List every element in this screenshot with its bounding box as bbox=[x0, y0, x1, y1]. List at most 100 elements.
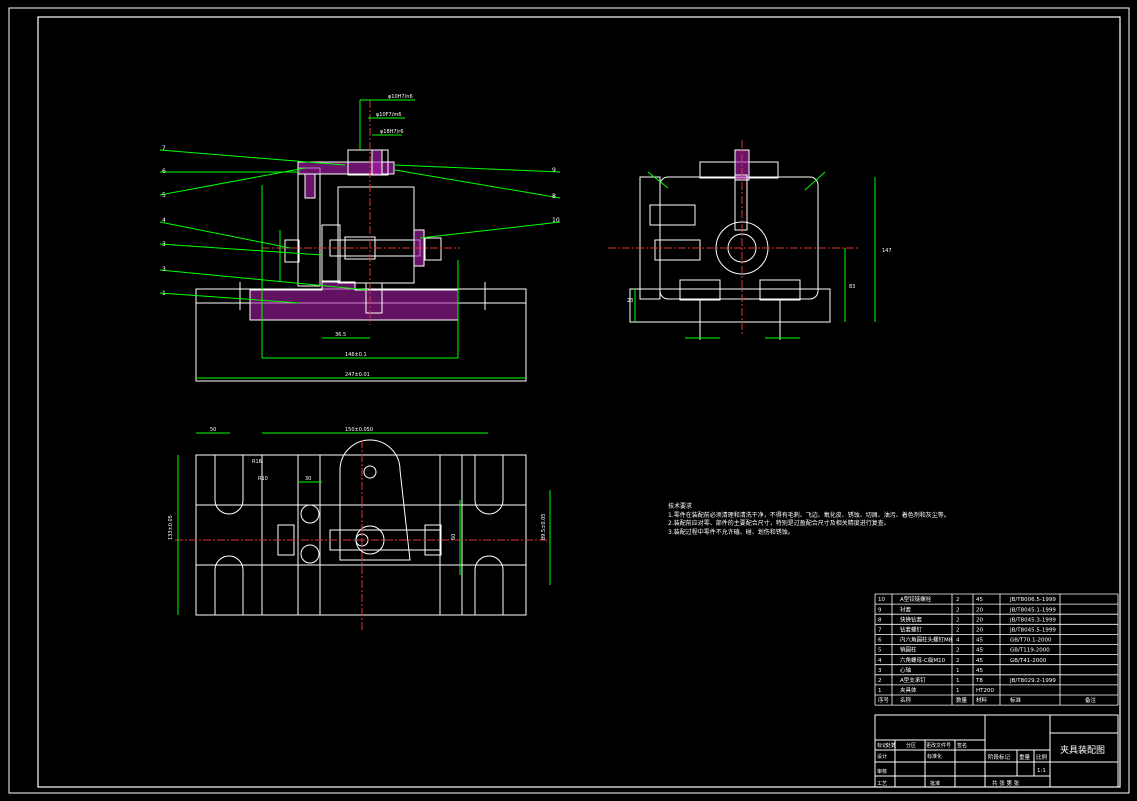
scale-value: 1:1 bbox=[1037, 768, 1046, 774]
rev-approve: 批准 bbox=[930, 780, 940, 787]
parts-cell: 心轴 bbox=[900, 666, 912, 674]
dim-247: 247±0.01 bbox=[345, 372, 370, 378]
parts-cell: JB/T8029.2-1999 bbox=[1009, 678, 1056, 684]
parts-cell: 2 bbox=[956, 617, 960, 623]
parts-cell: JB/T8006.5-1999 bbox=[1009, 597, 1056, 603]
parts-cell: 2 bbox=[956, 597, 960, 603]
dim-r16: R16 bbox=[252, 459, 262, 465]
balloon-3b: 3 bbox=[162, 266, 166, 273]
dim-150: 150±0.050 bbox=[345, 427, 373, 433]
parts-cell: 20 bbox=[976, 617, 983, 623]
parts-cell: GB/T119-2000 bbox=[1010, 648, 1050, 654]
parts-cell: 7 bbox=[878, 628, 882, 634]
dim-36-5: 36.5 bbox=[335, 332, 346, 338]
parts-cell: 9 bbox=[878, 607, 882, 613]
dim-r10: R10 bbox=[258, 476, 268, 482]
balloon-10: 10 bbox=[552, 217, 560, 224]
sheet-info: 共 张 第 张 bbox=[992, 779, 1020, 787]
rev-header-zone: 分区 bbox=[906, 742, 916, 749]
parts-cell: 1 bbox=[956, 688, 960, 694]
dim-147: 147 bbox=[882, 248, 892, 254]
side-view bbox=[608, 140, 876, 340]
title-block: 夹具装配图 阶段标记 重量 比例 1:1 共 张 第 张 设计 标准化 审核 工… bbox=[874, 714, 1119, 788]
parts-cell: 3 bbox=[878, 668, 882, 674]
notes-line-2: 2.装配前应对零、部件的主要配合尺寸，特别是过盈配合尺寸及相关精度进行复查。 bbox=[668, 520, 890, 527]
dim-fit-3: φ18H7/r6 bbox=[380, 129, 404, 135]
parts-cell: 10 bbox=[878, 597, 885, 603]
parts-cell: 内六角圆柱头螺钉M8 bbox=[900, 636, 953, 644]
weight-header: 重量 bbox=[1019, 753, 1031, 761]
top-view bbox=[175, 432, 551, 632]
parts-cell: 45 bbox=[976, 658, 983, 664]
dim-83: 83 bbox=[849, 284, 855, 290]
balloon-4: 4 bbox=[162, 217, 166, 224]
balloon-9: 9 bbox=[552, 167, 556, 174]
rev-header-count: 处数 bbox=[886, 742, 896, 749]
parts-cell: 45 bbox=[976, 648, 983, 654]
parts-cell: JB/T8045.1-1999 bbox=[1009, 607, 1056, 613]
parts-cell: A型铰链螺栓 bbox=[900, 595, 932, 603]
dim-23: 23 bbox=[627, 298, 633, 304]
parts-cell: 夹具体 bbox=[900, 686, 917, 694]
dim-50: 50 bbox=[210, 427, 216, 433]
notes-heading: 技术要求 bbox=[668, 503, 693, 510]
technical-notes: 技术要求 1.零件在装配前必须清理和清洗干净，不得有毛刺、飞边、氧化皮、锈蚀、切… bbox=[668, 503, 988, 537]
parts-list: 10 A型铰链螺栓 2 45 JB/T8006.5-19999 衬套 2 20 JB/T8045… bbox=[874, 593, 1119, 706]
parts-header: 数量 bbox=[956, 696, 968, 704]
parts-header: 备注 bbox=[1085, 696, 1097, 704]
parts-cell: 六角螺母-C级M10 bbox=[900, 656, 946, 664]
assembly-drawing: 247±0.01 146±0.1 φ10H7/n6 φ10F7/m6 φ18H7… bbox=[8, 7, 1130, 794]
parts-header: 名称 bbox=[900, 696, 912, 704]
balloon-5: 5 bbox=[162, 192, 166, 199]
dim-30: 30 bbox=[305, 476, 311, 482]
parts-cell: 4 bbox=[878, 658, 882, 664]
parts-cell: 1 bbox=[878, 688, 882, 694]
dim-146: 146±0.1 bbox=[345, 352, 367, 358]
balloon-3a: 3 bbox=[162, 241, 166, 248]
balloon-7: 7 bbox=[162, 145, 166, 152]
dim-60: 60 bbox=[451, 534, 457, 540]
parts-header: 标准 bbox=[1010, 696, 1022, 704]
dim-133: 133±0.05 bbox=[168, 515, 174, 540]
rev-review: 审核 bbox=[877, 768, 887, 775]
notes-line-3: 3.装配过程中零件不允许磕、碰、划伤和锈蚀。 bbox=[668, 528, 794, 536]
parts-cell: 快换钻套 bbox=[900, 615, 923, 623]
dim-fit-1: φ10H7/n6 bbox=[388, 94, 413, 100]
parts-cell: GB/T70.1-2000 bbox=[1010, 638, 1052, 644]
parts-cell: GB/T41-2000 bbox=[1010, 658, 1047, 664]
parts-cell: 5 bbox=[878, 648, 882, 654]
parts-cell: 20 bbox=[976, 628, 983, 634]
rev-process: 工艺 bbox=[877, 781, 887, 787]
parts-cell: 2 bbox=[956, 628, 960, 634]
parts-cell: 衬套 bbox=[900, 605, 912, 613]
parts-cell: 钻套螺钉 bbox=[900, 626, 923, 634]
notes-line-1: 1.零件在装配前必须清理和清洗干净，不得有毛刺、飞边、氧化皮、锈蚀、切屑、油污、… bbox=[668, 511, 950, 519]
stage-header: 阶段标记 bbox=[988, 753, 1011, 761]
dim-fit-2: φ10F7/m6 bbox=[376, 112, 401, 118]
balloon-1: 1 bbox=[162, 290, 166, 297]
parts-cell: JB/T8045.5-1999 bbox=[1009, 628, 1056, 634]
rev-designer: 设计 bbox=[877, 753, 887, 760]
parts-cell: 销圆柱 bbox=[900, 646, 917, 654]
balloon-6: 6 bbox=[162, 168, 166, 175]
parts-cell: 8 bbox=[878, 617, 882, 623]
parts-header: 序号 bbox=[878, 696, 890, 704]
parts-cell: 2 bbox=[956, 648, 960, 654]
parts-cell: 20 bbox=[976, 607, 983, 613]
dim-89-5: 89.5±0.05 bbox=[541, 514, 547, 540]
parts-cell: 1 bbox=[956, 668, 960, 674]
parts-cell: 45 bbox=[976, 597, 983, 603]
parts-cell: 45 bbox=[976, 668, 983, 674]
parts-cell: HT200 bbox=[976, 688, 994, 694]
parts-cell: T8 bbox=[975, 678, 983, 684]
scale-header: 比例 bbox=[1036, 753, 1048, 761]
rev-standard: 标准化 bbox=[927, 753, 942, 760]
front-view bbox=[159, 99, 561, 382]
drawing-title: 夹具装配图 bbox=[1060, 744, 1105, 756]
parts-cell: JB/T8045.3-1999 bbox=[1009, 617, 1056, 623]
parts-cell: 2 bbox=[956, 658, 960, 664]
rev-header-doc: 更改文件号 bbox=[926, 742, 951, 749]
parts-cell: A型支承钉 bbox=[900, 676, 926, 684]
parts-cell: 45 bbox=[976, 638, 983, 644]
parts-cell: 1 bbox=[956, 678, 960, 684]
